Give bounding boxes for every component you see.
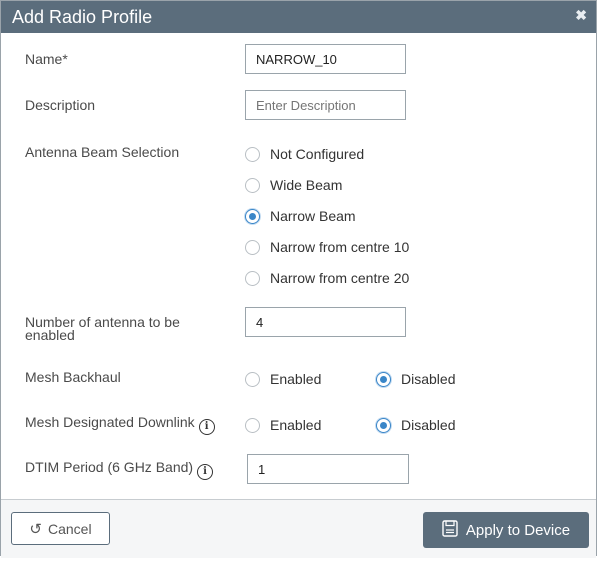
radio-narrow-beam[interactable]: Narrow Beam [245, 208, 356, 224]
dtim-input[interactable] [247, 454, 409, 484]
radio-circle[interactable] [245, 371, 260, 387]
radio-circle-selected[interactable] [376, 417, 391, 433]
add-radio-profile-dialog: Add Radio Profile ✖ Name* Description An… [0, 0, 597, 558]
radio-circle-selected[interactable] [245, 208, 260, 224]
dialog-titlebar: Add Radio Profile ✖ [1, 1, 596, 33]
undo-icon: ↺ [29, 520, 42, 538]
apply-label: Apply to Device [465, 521, 571, 539]
radio-circle-selected[interactable] [376, 371, 391, 387]
radio-circle[interactable] [245, 239, 260, 255]
info-icon[interactable]: i [198, 419, 215, 435]
radio-circle[interactable] [245, 146, 260, 162]
mesh-backhaul-label: Mesh Backhaul [25, 369, 121, 385]
radio-mesh-backhaul-disabled[interactable]: Disabled [376, 371, 455, 387]
description-label: Description [25, 97, 96, 113]
save-icon [442, 519, 458, 541]
name-input[interactable] [245, 44, 406, 74]
radio-not-configured[interactable]: Not Configured [245, 146, 364, 162]
apply-to-device-button[interactable]: Apply to Device [423, 512, 589, 548]
dialog-footer: ↺ Cancel Apply to Device [1, 499, 596, 558]
dialog-title: Add Radio Profile [12, 7, 153, 27]
name-label: Name* [25, 51, 68, 67]
mesh-downlink-label-row: Mesh Designated Downlink i [25, 414, 215, 435]
cancel-label: Cancel [47, 520, 92, 537]
num-antenna-input[interactable] [245, 307, 406, 337]
num-antenna-label: Number of antenna to be enabled [25, 314, 180, 343]
radio-label: Enabled [270, 417, 322, 433]
mesh-downlink-label: Mesh Designated Downlink [25, 414, 195, 430]
radio-label: Narrow from centre 10 [270, 239, 410, 255]
radio-mesh-backhaul-enabled[interactable]: Enabled [245, 371, 321, 387]
radio-circle[interactable] [245, 270, 260, 286]
radio-label: Narrow from centre 20 [270, 270, 410, 286]
radio-wide-beam[interactable]: Wide Beam [245, 177, 342, 193]
radio-label: Narrow Beam [270, 208, 356, 224]
radio-mesh-downlink-enabled[interactable]: Enabled [245, 417, 321, 433]
radio-label: Enabled [270, 371, 322, 387]
info-icon[interactable]: i [197, 464, 214, 480]
radio-circle[interactable] [245, 417, 260, 433]
description-input[interactable] [245, 90, 406, 120]
radio-mesh-downlink-disabled[interactable]: Disabled [376, 417, 455, 433]
antenna-beam-label: Antenna Beam Selection [25, 144, 180, 160]
radio-label: Disabled [401, 417, 456, 433]
radio-narrow-centre-10[interactable]: Narrow from centre 10 [245, 239, 409, 255]
dtim-label-row: DTIM Period (6 GHz Band) i [25, 459, 214, 480]
radio-circle[interactable] [245, 177, 260, 193]
radio-label: Wide Beam [270, 177, 343, 193]
radio-narrow-centre-20[interactable]: Narrow from centre 20 [245, 270, 409, 286]
cancel-button[interactable]: ↺ Cancel [11, 512, 110, 545]
dtim-label: DTIM Period (6 GHz Band) [25, 459, 194, 475]
close-icon[interactable]: ✖ [575, 7, 587, 24]
radio-label: Not Configured [270, 146, 365, 162]
radio-label: Disabled [401, 371, 456, 387]
